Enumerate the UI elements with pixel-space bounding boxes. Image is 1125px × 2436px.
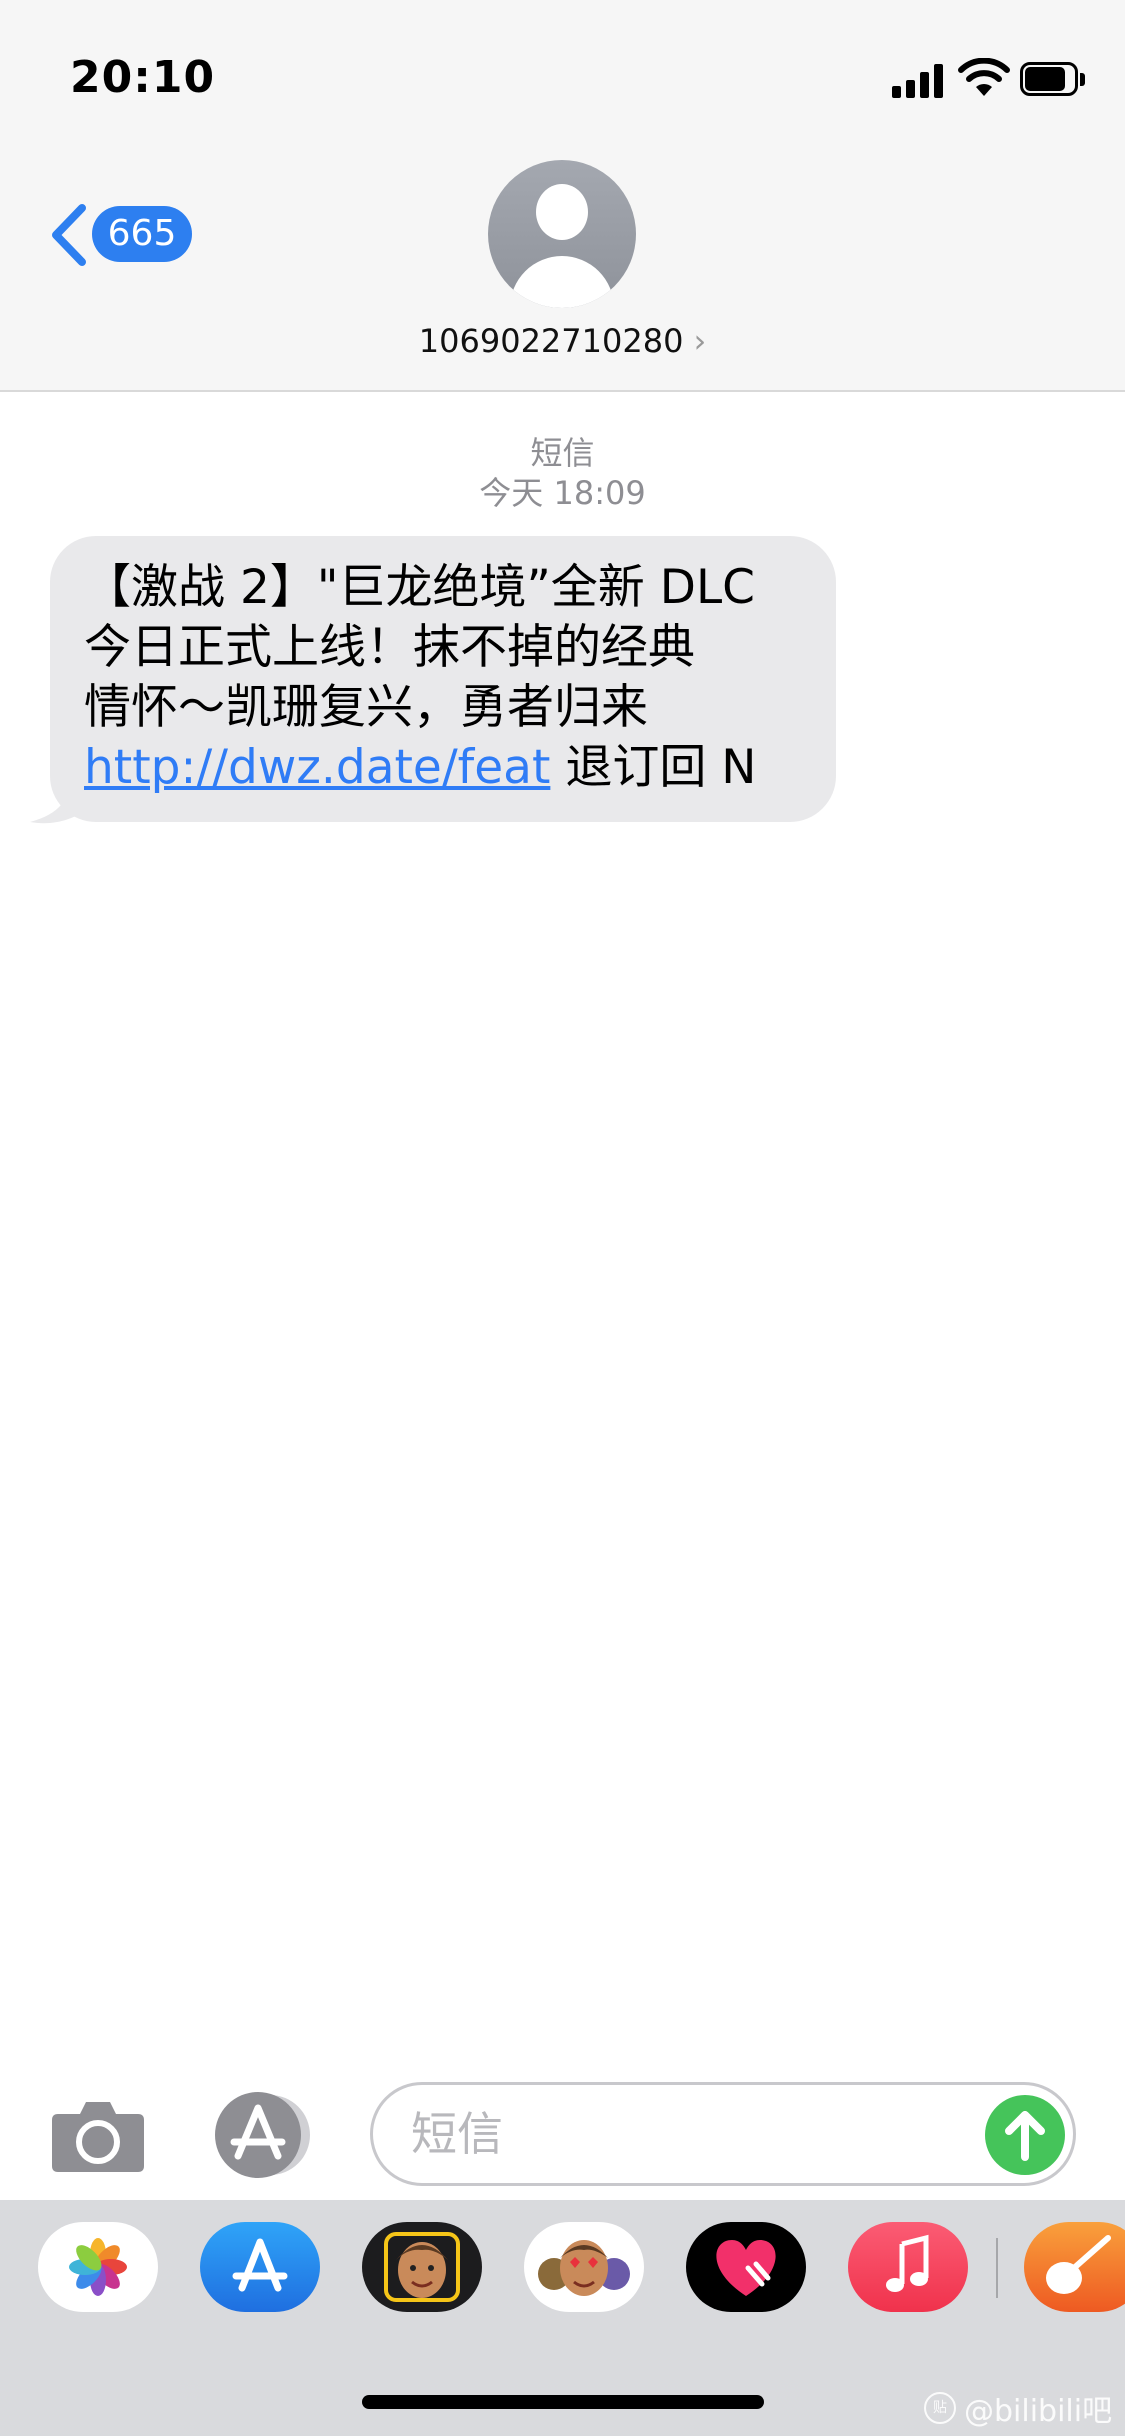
photos-icon[interactable] bbox=[38, 2222, 158, 2312]
wifi-icon bbox=[958, 58, 1010, 96]
app-store-icon[interactable] bbox=[200, 2222, 320, 2312]
tieba-logo-icon: 贴 bbox=[924, 2392, 956, 2424]
garageband-icon[interactable] bbox=[1024, 2222, 1125, 2312]
app-store-icon[interactable] bbox=[208, 2090, 318, 2180]
message-input-field[interactable] bbox=[370, 2082, 1076, 2186]
incoming-message-bubble[interactable]: 【激战 2】"巨龙绝境”全新 DLC 今日正式上线！抹不掉的经典 情怀～凯珊复兴… bbox=[50, 536, 836, 822]
conversation-header: 20:10 665 1069022710280 › bbox=[0, 0, 1125, 392]
camera-icon[interactable] bbox=[50, 2096, 146, 2174]
message-line: 情怀～凯珊复兴，勇者归来 bbox=[84, 680, 648, 735]
status-time: 20:10 bbox=[70, 52, 216, 103]
digital-touch-heart-icon[interactable] bbox=[686, 2222, 806, 2312]
contact-number: 1069022710280 bbox=[418, 322, 684, 360]
send-button[interactable] bbox=[985, 2095, 1065, 2175]
chevron-right-icon: › bbox=[693, 322, 707, 360]
avatar-head-shape bbox=[536, 184, 588, 240]
message-input[interactable] bbox=[409, 2101, 933, 2167]
send-arrow-icon bbox=[1005, 2111, 1045, 2161]
message-link[interactable]: http://dwz.date/feat bbox=[84, 740, 550, 795]
message-suffix: 退订回 N bbox=[550, 740, 757, 795]
memoji-camera-icon[interactable] bbox=[362, 2222, 482, 2312]
contact-avatar[interactable] bbox=[488, 160, 636, 308]
battery-icon bbox=[1020, 62, 1085, 98]
music-icon[interactable] bbox=[848, 2222, 968, 2312]
animoji-stickers-icon[interactable] bbox=[524, 2222, 644, 2312]
drawer-divider bbox=[996, 2238, 998, 2298]
message-timestamp: 今天 18:09 bbox=[479, 474, 646, 512]
watermark: 贴 @bilibili吧 bbox=[924, 2386, 1112, 2430]
back-unread-count-badge[interactable]: 665 bbox=[92, 206, 192, 262]
home-indicator[interactable] bbox=[362, 2395, 764, 2409]
avatar-body-shape bbox=[510, 256, 614, 308]
message-line: http://dwz.date/feat 退订回 N bbox=[84, 738, 806, 798]
contact-name-button[interactable]: 1069022710280 › bbox=[0, 322, 1125, 360]
watermark-text: @bilibili吧 bbox=[964, 2394, 1113, 2429]
message-line: 【激战 2】"巨龙绝境”全新 DLC bbox=[84, 560, 755, 615]
cellular-signal-icon bbox=[892, 62, 944, 98]
message-line: 今日正式上线！抹不掉的经典 bbox=[84, 620, 695, 675]
back-chevron-icon[interactable] bbox=[46, 202, 90, 268]
